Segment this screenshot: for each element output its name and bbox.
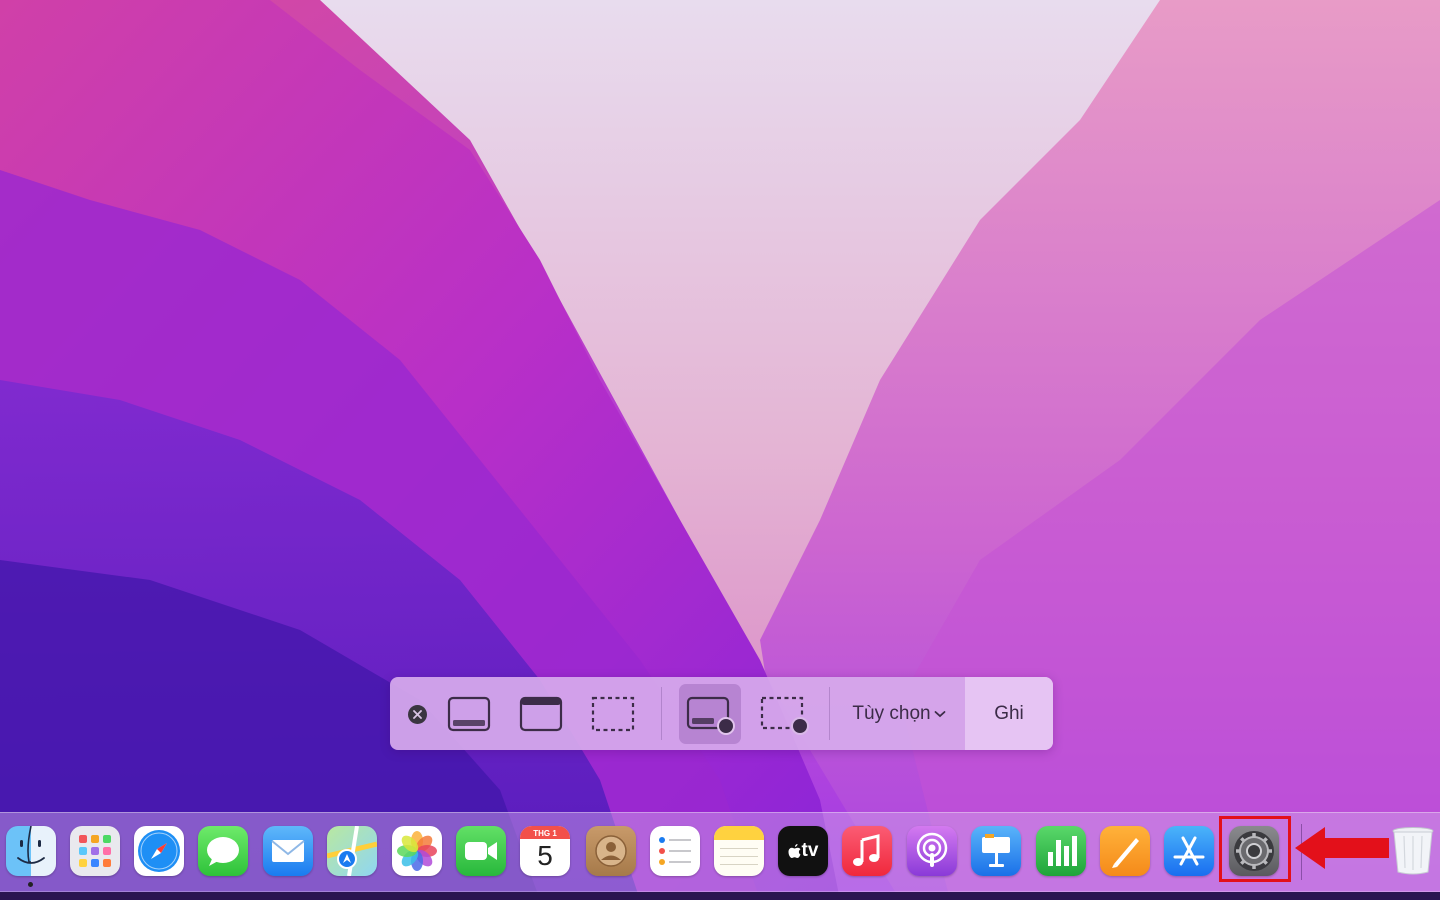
launchpad-icon[interactable] — [70, 826, 120, 876]
close-icon — [407, 704, 427, 724]
toolbar-divider — [661, 687, 662, 740]
calendar-month: THG 1 — [533, 829, 557, 838]
podcasts-icon[interactable] — [907, 826, 957, 876]
record-entire-screen-button[interactable] — [679, 684, 741, 744]
tv-label: tv — [801, 840, 819, 861]
record-label: Ghi — [994, 702, 1024, 724]
maps-icon[interactable] — [327, 826, 377, 876]
apple-logo-icon — [788, 844, 801, 858]
capture-window-button[interactable] — [515, 691, 567, 737]
selection-icon — [591, 696, 635, 732]
chevron-down-icon — [934, 710, 945, 717]
facetime-icon[interactable] — [456, 826, 506, 876]
keynote-icon[interactable] — [971, 826, 1021, 876]
app-store-icon[interactable] — [1164, 826, 1214, 876]
record-selection-button[interactable] — [753, 691, 815, 737]
capture-selection-button[interactable] — [587, 691, 639, 737]
messages-icon[interactable] — [198, 826, 248, 876]
calendar-icon[interactable]: THG 1 5 — [520, 826, 570, 876]
photos-icon[interactable] — [392, 826, 442, 876]
safari-icon[interactable] — [134, 826, 184, 876]
contacts-icon[interactable] — [586, 826, 636, 876]
record-screen-icon — [686, 696, 735, 735]
record-button[interactable]: Ghi — [965, 677, 1053, 750]
toolbar-divider — [829, 687, 830, 740]
capture-entire-screen-button[interactable] — [443, 691, 495, 737]
desktop-wallpaper — [0, 0, 1440, 900]
mail-icon[interactable] — [263, 826, 313, 876]
window-icon — [519, 696, 563, 732]
reminders-icon[interactable] — [650, 826, 700, 876]
calendar-day: 5 — [537, 840, 553, 871]
close-button[interactable] — [404, 702, 430, 726]
dock-shadow — [0, 892, 1440, 900]
highlight-box — [1219, 816, 1291, 882]
pages-icon[interactable] — [1100, 826, 1150, 876]
running-indicator — [28, 882, 33, 887]
notes-icon[interactable] — [714, 826, 764, 876]
red-arrow-icon — [1295, 827, 1389, 869]
numbers-icon[interactable] — [1036, 826, 1086, 876]
music-icon[interactable] — [842, 826, 892, 876]
apple-tv-icon[interactable]: tv — [778, 826, 828, 876]
trash-icon[interactable] — [1388, 826, 1438, 876]
screenshot-toolbar: Tùy chọn Ghi — [390, 677, 1053, 750]
finder-icon[interactable] — [6, 826, 56, 876]
options-label: Tùy chọn — [852, 702, 931, 724]
entire-screen-icon — [447, 696, 491, 732]
options-menu-button[interactable]: Tùy chọn — [835, 677, 963, 750]
record-selection-icon — [760, 696, 809, 735]
